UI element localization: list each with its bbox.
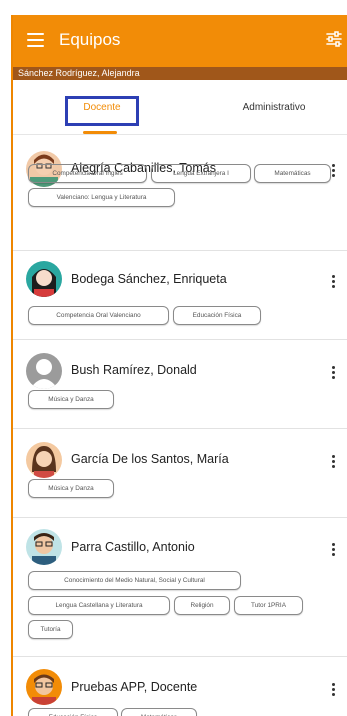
subject-chip[interactable]: Tutor 1PRIA <box>234 596 303 615</box>
teacher-name: García De los Santos, María <box>71 452 229 466</box>
teacher-card[interactable]: García De los Santos, María Música y Danz… <box>13 429 347 518</box>
subject-chip[interactable]: Educación Física <box>28 708 118 716</box>
teacher-name: Pruebas APP, Docente <box>71 680 198 694</box>
filter-icon[interactable] <box>325 30 343 48</box>
teacher-card[interactable]: Bodega Sánchez, Enriqueta Competencia Ora… <box>13 251 347 340</box>
teacher-card[interactable]: Pruebas APP, Docente Educación FísicaMate… <box>13 657 347 716</box>
avatar-icon <box>26 261 62 297</box>
subject-chip[interactable]: Tutoría <box>28 620 73 639</box>
more-vert-icon[interactable] <box>332 275 336 290</box>
more-vert-icon[interactable] <box>332 366 336 381</box>
teacher-name: Parra Castillo, Antonio <box>71 540 195 554</box>
more-vert-icon[interactable] <box>332 164 336 179</box>
avatar-icon <box>26 669 62 705</box>
subject-chip[interactable]: Música y Danza <box>28 479 114 498</box>
subject-chip[interactable]: Competencia Oral Valenciano <box>28 306 169 325</box>
subject-chip[interactable]: Matemáticas <box>121 708 197 716</box>
subject-chip[interactable]: Competencia Oral Inglés <box>28 164 147 183</box>
teacher-name: Bush Ramírez, Donald <box>71 363 197 377</box>
tab-highlight-box <box>65 96 139 126</box>
avatar-icon <box>26 442 62 478</box>
subject-chip[interactable]: Religión <box>174 596 230 615</box>
teacher-card[interactable]: Bush Ramírez, Donald Música y Danza <box>13 340 347 429</box>
more-vert-icon[interactable] <box>332 543 336 558</box>
subject-chip[interactable]: Matemáticas <box>254 164 331 183</box>
subject-chip[interactable]: Educación Física <box>173 306 261 325</box>
tab-bar: Docente Administrativo <box>13 80 347 135</box>
subject-chip[interactable]: Música y Danza <box>28 390 114 409</box>
tab-docente[interactable]: Docente <box>65 80 139 134</box>
tab-administrativo-label: Administrativo <box>242 101 306 113</box>
more-vert-icon[interactable] <box>332 683 336 698</box>
user-name-bar: Sánchez Rodríguez, Alejandra <box>13 67 347 80</box>
app-bar: Equipos <box>13 15 347 67</box>
tab-active-indicator <box>83 131 117 134</box>
tab-administrativo[interactable]: Administrativo <box>218 80 330 134</box>
more-vert-icon[interactable] <box>332 455 336 470</box>
teacher-card[interactable]: Alegría Cabanilles, Tomás Competencia Ora… <box>13 135 347 251</box>
teacher-name: Bodega Sánchez, Enriqueta <box>71 272 227 286</box>
avatar-icon <box>26 353 62 389</box>
avatar-icon <box>26 529 62 565</box>
app-screen: Equipos Sánchez Rodríguez, Alejandra Doc… <box>11 15 347 716</box>
subject-chip[interactable]: Valenciano: Lengua y Literatura <box>28 188 175 207</box>
subject-chip[interactable]: Conocimiento del Medio Natural, Social y… <box>28 571 241 590</box>
menu-icon[interactable] <box>27 33 44 47</box>
app-title: Equipos <box>59 30 121 49</box>
subject-chip[interactable]: Lengua Castellana y Literatura <box>28 596 170 615</box>
teacher-card[interactable]: Parra Castillo, Antonio Conocimiento del … <box>13 518 347 657</box>
subject-chip[interactable]: Lengua Extranjera I <box>151 164 251 183</box>
teacher-list: Alegría Cabanilles, Tomás Competencia Ora… <box>13 135 347 716</box>
